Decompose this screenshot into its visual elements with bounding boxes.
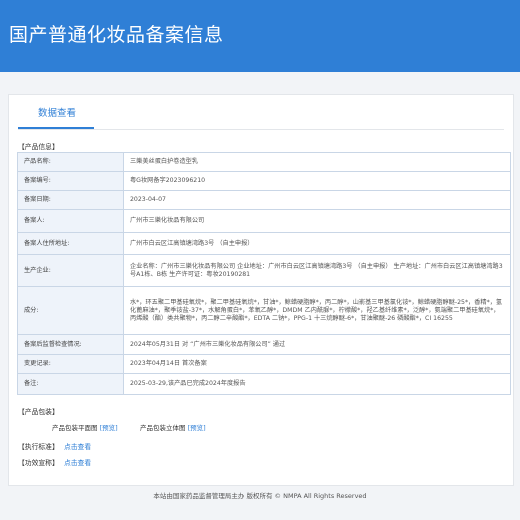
row-value: 2024年05月31日 对 “广州市三樂化妆品有限公司” 通过	[123, 334, 511, 355]
table-row: 产品名称: 三樂美丝蛋白护卷造型乳	[17, 152, 511, 172]
row-value: 企业名称：广州市三樂化妆品有限公司 企业地址：广州市白云区江高镇塘湾路3号 （自…	[123, 254, 511, 287]
standard-row: 【执行标准】 点击查看	[18, 441, 91, 451]
row-label: 备案后监督检查情况:	[17, 334, 124, 355]
package-heading: 【产品包装】	[18, 408, 59, 416]
row-label: 备案人住所地址:	[17, 232, 124, 255]
row-label: 变更记录:	[17, 354, 124, 374]
product-info-heading: 【产品信息】	[18, 143, 59, 151]
tab-divider	[18, 129, 504, 130]
table-row: 变更记录: 2023年04月14日 首次备案	[17, 354, 511, 374]
package-solid-label: 产品包装立体图	[140, 424, 186, 432]
standard-heading: 【执行标准】	[18, 443, 59, 451]
table-row: 备注: 2025-03-29,该产品已完成2024年度报告	[17, 373, 511, 395]
row-label: 成分:	[17, 286, 124, 335]
efficacy-heading: 【功效宣称】	[18, 459, 59, 467]
table-row: 备案人住所地址: 广州市白云区江高镇塘湾路3号 （自主申报）	[17, 232, 511, 255]
row-value: 2023-04-07	[123, 190, 511, 210]
tab-data-view[interactable]: 数据查看	[20, 104, 94, 128]
package-flat-label: 产品包装平面图	[52, 424, 98, 432]
row-value: 粤G妆网备字2023096210	[123, 171, 511, 191]
package-flat-preview-link[interactable]: [预览]	[100, 424, 118, 432]
standard-view-link[interactable]: 点击查看	[64, 443, 91, 451]
row-value: 三樂美丝蛋白护卷造型乳	[123, 152, 511, 172]
package-flat-image: 产品包装平面图 [预览]	[52, 422, 118, 432]
package-solid-image: 产品包装立体图 [预览]	[140, 422, 206, 432]
row-label: 备注:	[17, 373, 124, 395]
row-value: 2025-03-29,该产品已完成2024年度报告	[123, 373, 511, 395]
row-label: 备案编号:	[17, 171, 124, 191]
header-banner: 国产普通化妆品备案信息	[0, 0, 520, 72]
package-solid-preview-link[interactable]: [预览]	[188, 424, 206, 432]
row-label: 备案日期:	[17, 190, 124, 210]
row-label: 备案人:	[17, 209, 124, 233]
footer-copyright: 本站由国家药品监督管理局主办 版权所有 © NMPA All Rights Re…	[153, 492, 367, 500]
efficacy-view-link[interactable]: 点击查看	[64, 459, 91, 467]
row-value: 2023年04月14日 首次备案	[123, 354, 511, 374]
table-row: 成分: 水*，环五聚二甲基硅氧烷*，聚二甲基硅氧烷*，甘油*，鲸蜡硬脂醇*，丙二…	[17, 286, 511, 335]
table-row: 生产企业: 企业名称：广州市三樂化妆品有限公司 企业地址：广州市白云区江高镇塘湾…	[17, 254, 511, 287]
row-value: 广州市白云区江高镇塘湾路3号 （自主申报）	[123, 232, 511, 255]
table-row: 备案人: 广州市三樂化妆品有限公司	[17, 209, 511, 233]
product-info-table: 产品名称: 三樂美丝蛋白护卷造型乳 备案编号: 粤G妆网备字2023096210…	[17, 152, 511, 395]
row-value: 广州市三樂化妆品有限公司	[123, 209, 511, 233]
table-row: 备案后监督检查情况: 2024年05月31日 对 “广州市三樂化妆品有限公司” …	[17, 334, 511, 355]
row-label: 产品名称:	[17, 152, 124, 172]
row-value: 水*，环五聚二甲基硅氧烷*，聚二甲基硅氧烷*，甘油*，鲸蜡硬脂醇*，丙二醇*，山…	[123, 286, 511, 335]
efficacy-row: 【功效宣称】 点击查看	[18, 457, 91, 467]
row-label: 生产企业:	[17, 254, 124, 287]
table-row: 备案编号: 粤G妆网备字2023096210	[17, 171, 511, 191]
page-title: 国产普通化妆品备案信息	[9, 24, 224, 46]
table-row: 备案日期: 2023-04-07	[17, 190, 511, 210]
